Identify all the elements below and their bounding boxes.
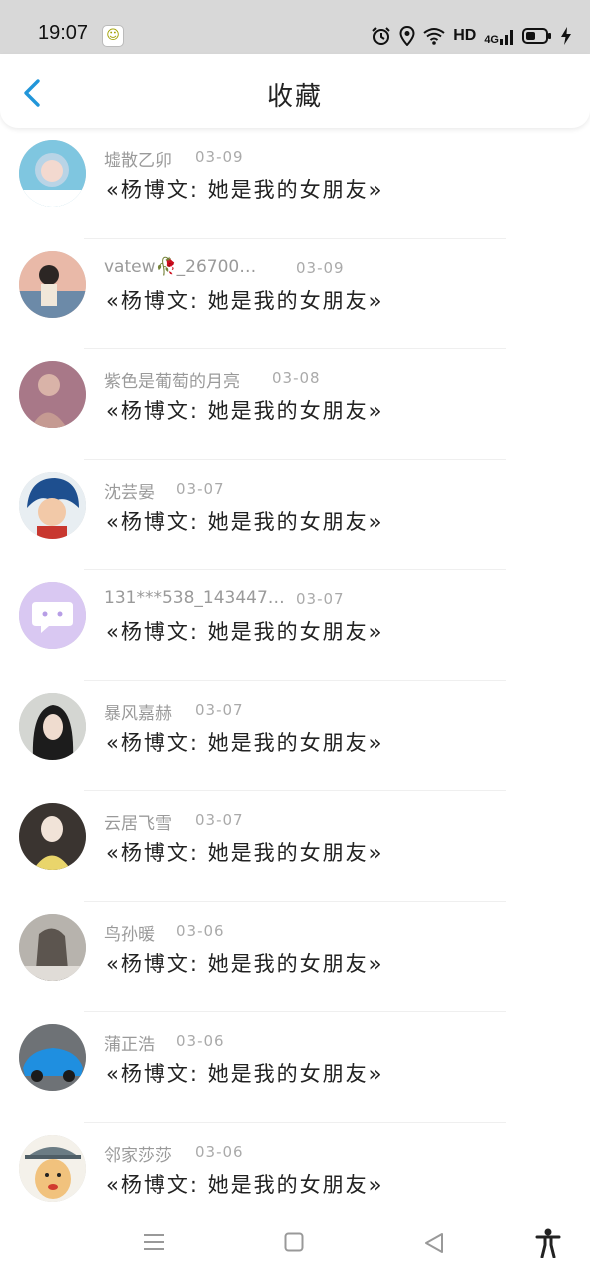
- list-item[interactable]: 暴风嘉赫 03-07 «杨博文: 她是我的女朋友»: [0, 681, 590, 791]
- avatar[interactable]: [19, 1134, 86, 1202]
- message-text: «杨博文: 她是我的女朋友»: [106, 178, 384, 202]
- username: 沈芸晏: [104, 482, 155, 503]
- status-time: 19:07: [38, 22, 89, 44]
- system-nav-bar: [0, 1210, 590, 1280]
- network-type-label: 4G: [484, 34, 499, 46]
- battery-icon: [522, 28, 551, 44]
- list-item[interactable]: 鸟孙暖 03-06 «杨博文: 她是我的女朋友»: [0, 902, 590, 1012]
- list-item[interactable]: 沈芸晏 03-07 «杨博文: 她是我的女朋友»: [0, 460, 590, 570]
- date-label: 03-06: [176, 921, 225, 940]
- list-item[interactable]: 墟散乙卯 03-09 «杨博文: 她是我的女朋友»: [0, 128, 590, 239]
- page-title: 收藏: [266, 82, 323, 112]
- avatar[interactable]: [19, 361, 86, 428]
- date-label: 03-07: [176, 479, 225, 498]
- status-bar: 19:07 ☺ HD 4G: [0, 0, 590, 54]
- back-triangle-icon[interactable]: [424, 1232, 444, 1254]
- username: 墟散乙卯: [104, 151, 172, 171]
- username: 鸟孙暖: [104, 924, 155, 945]
- message-text: «杨博文: 她是我的女朋友»: [106, 399, 384, 423]
- avatar[interactable]: [19, 250, 86, 318]
- list-item[interactable]: 蒲正浩 03-06 «杨博文: 她是我的女朋友»: [0, 1012, 590, 1123]
- avatar[interactable]: [19, 913, 86, 981]
- avatar[interactable]: [19, 140, 86, 207]
- location-icon: [399, 26, 415, 46]
- avatar[interactable]: [19, 692, 86, 760]
- message-text: «杨博文: 她是我的女朋友»: [106, 288, 384, 313]
- avatar[interactable]: [19, 582, 86, 649]
- list-item[interactable]: 131***538_143447… 03-07 «杨博文: 她是我的女朋友»: [0, 570, 590, 681]
- menu-icon[interactable]: [143, 1232, 165, 1252]
- username: 邻家莎莎: [104, 1145, 172, 1166]
- list-item[interactable]: 紫色是葡萄的月亮 03-08 «杨博文: 她是我的女朋友»: [0, 349, 590, 460]
- status-icons: HD 4G: [371, 24, 572, 48]
- favorites-list: 墟散乙卯 03-09 «杨博文: 她是我的女朋友» vatew🥀_26700… …: [0, 128, 590, 1233]
- charging-icon: [561, 27, 571, 45]
- username: 131***538_143447…: [104, 588, 285, 608]
- message-text: «杨博文: 她是我的女朋友»: [106, 841, 384, 865]
- wifi-icon: [423, 28, 445, 45]
- avatar[interactable]: [19, 471, 86, 539]
- hd-label: HD: [453, 27, 477, 44]
- username: 云居飞雪: [104, 814, 172, 834]
- username: vatew🥀_26700…: [104, 256, 257, 277]
- list-item[interactable]: 云居飞雪 03-07 «杨博文: 她是我的女朋友»: [0, 791, 590, 902]
- list-item[interactable]: vatew🥀_26700… 03-09 «杨博文: 她是我的女朋友»: [0, 239, 590, 349]
- message-text: «杨博文: 她是我的女朋友»: [106, 509, 384, 534]
- username: 紫色是葡萄的月亮: [104, 372, 240, 392]
- app-notification-icon: ☺: [102, 25, 124, 47]
- avatar[interactable]: [19, 803, 86, 870]
- date-label: 03-09: [195, 148, 244, 166]
- username: 蒲正浩: [104, 1035, 155, 1055]
- date-label: 03-07: [195, 700, 244, 719]
- message-text: «杨博文: 她是我的女朋友»: [106, 951, 384, 976]
- accessibility-icon[interactable]: [535, 1228, 561, 1258]
- message-text: «杨博文: 她是我的女朋友»: [106, 1062, 384, 1086]
- message-text: «杨博文: 她是我的女朋友»: [106, 1172, 384, 1197]
- date-label: 03-07: [296, 590, 345, 608]
- home-icon[interactable]: [284, 1232, 304, 1252]
- signal-icon: [500, 30, 513, 45]
- date-label: 03-09: [296, 258, 345, 277]
- date-label: 03-08: [272, 369, 321, 387]
- alarm-icon: [372, 27, 390, 45]
- avatar[interactable]: [19, 1024, 86, 1091]
- app-header: 收藏: [0, 54, 590, 128]
- date-label: 03-06: [195, 1142, 244, 1161]
- message-text: «杨博文: 她是我的女朋友»: [106, 620, 384, 644]
- date-label: 03-06: [176, 1032, 225, 1050]
- date-label: 03-07: [195, 811, 244, 829]
- message-text: «杨博文: 她是我的女朋友»: [106, 730, 384, 755]
- username: 暴风嘉赫: [104, 703, 172, 724]
